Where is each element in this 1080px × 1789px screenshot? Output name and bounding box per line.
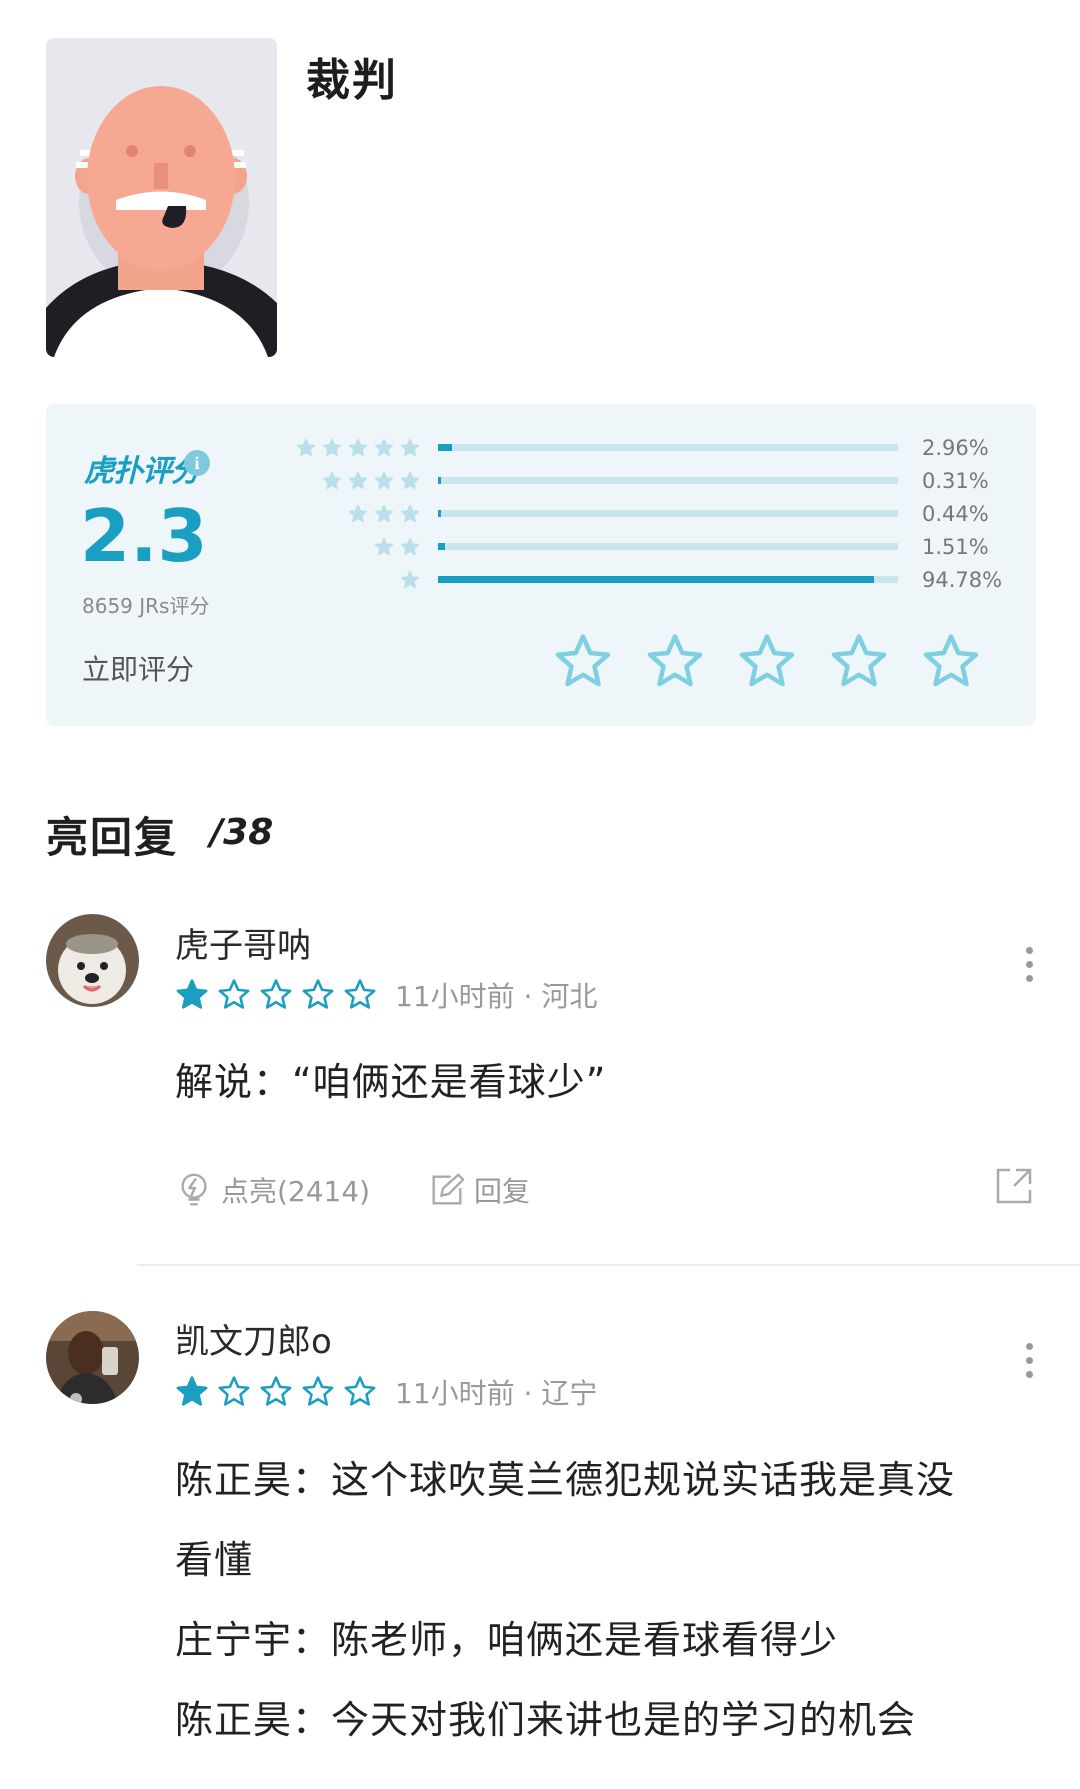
rating-bar-fill [438,444,452,451]
comment-rating-stars [175,978,377,1012]
rating-percent: 0.44% [922,502,989,526]
rating-row-4-star: 0.31% [46,466,1036,496]
referee-avatar-icon [46,38,277,357]
comment-text: 解说：“咱俩还是看球少” [175,1060,607,1104]
star-icon [348,471,368,490]
star-filled-icon [176,1376,208,1406]
rating-bar-fill [438,510,441,517]
rating-bar-track [438,477,898,484]
star-icon [400,471,420,490]
star-filled-icon [176,979,208,1009]
comment-line: 陈正昊：这个球吹莫兰德犯规说实话我是真没 [175,1458,956,1502]
rating-percent: 2.96% [922,436,989,460]
replies-count: /38 [210,812,274,853]
rating-percent: 94.78% [922,568,1003,592]
star-icon [296,438,316,457]
star-icon [322,471,342,490]
comment-line: 看懂 [175,1538,254,1582]
share-icon [996,1168,1032,1204]
star-icon [348,438,368,457]
rate-star-icon[interactable] [829,632,889,692]
star-icon [374,471,394,490]
star-empty-icon [302,1376,334,1406]
rating-row-1-star: 94.78% [46,565,1036,595]
row-stars [348,499,420,529]
rating-bar-track [438,543,898,550]
rating-bar-track [438,444,898,451]
row-stars [322,466,420,496]
more-icon[interactable] [1024,947,1034,982]
page-title: 裁判 [306,55,398,106]
edit-icon [432,1173,465,1205]
comment-time-location: 11小时前 · 辽宁 [395,1377,598,1410]
reply-label: 回复 [474,1175,531,1208]
star-empty-icon [260,979,292,1009]
rating-bar-track [438,576,898,583]
rating-bar-track [438,510,898,517]
rating-bar-fill [438,477,441,484]
more-icon[interactable] [1024,1343,1034,1378]
star-icon [400,438,420,457]
rating-bar-fill [438,543,445,550]
star-icon [374,438,394,457]
referee-avatar [46,38,277,357]
lightbulb-icon [181,1173,207,1206]
rating-percent: 1.51% [922,535,989,559]
comment-line: 陈正昊：今天对我们来讲也是的学习的机会 [175,1698,917,1742]
divider [137,1264,1080,1266]
rating-bar-fill [438,576,874,583]
star-icon [374,504,394,523]
comment-line: 庄宁宇：陈老师，咱俩还是看球看得少 [175,1618,839,1662]
rate-star-icon[interactable] [645,632,705,692]
star-icon [400,504,420,523]
star-empty-icon [218,1376,250,1406]
row-stars [374,532,420,562]
dog-avatar-icon [46,914,139,1007]
rate-star-icon[interactable] [921,632,981,692]
star-empty-icon [218,979,250,1009]
comment-meta: 11小时前 · 河北 [175,975,597,1015]
comment-meta: 11小时前 · 辽宁 [175,1372,597,1412]
player-avatar-icon [46,1311,139,1404]
star-icon [348,504,368,523]
like-label: 点亮(2414) [221,1175,371,1208]
rate-star-icon[interactable] [553,632,613,692]
star-empty-icon [302,979,334,1009]
rating-row-3-star: 0.44% [46,499,1036,529]
share-button[interactable] [994,1166,1034,1206]
rating-row-2-star: 1.51% [46,532,1036,562]
star-empty-icon [344,1376,376,1406]
rate-now-label: 立即评分 [82,653,195,686]
star-empty-icon [344,979,376,1009]
rate-star-icon[interactable] [737,632,797,692]
rating-percent: 0.31% [922,469,989,493]
avatar[interactable] [46,1311,139,1404]
star-empty-icon [260,1376,292,1406]
comment-time-location: 11小时前 · 河北 [395,980,598,1013]
avatar[interactable] [46,914,139,1007]
rate-stars-input[interactable] [553,632,981,692]
comment-username[interactable]: 虎子哥呐 [175,918,311,967]
row-stars [400,565,420,595]
comment-username[interactable]: 凯文刀郎o [175,1314,332,1363]
star-icon [374,537,394,556]
replies-title: 亮回复 [46,813,179,862]
row-stars [296,433,420,463]
star-icon [322,438,342,457]
star-icon [400,570,420,589]
comment-text: 陈正昊：这个球吹莫兰德犯规说实话我是真没 看懂 庄宁宇：陈老师，咱俩还是看球看得… [175,1440,955,1760]
rating-row-5-star: 2.96% [46,433,1036,463]
reply-button[interactable]: 回复 [428,1170,530,1210]
comment-rating-stars [175,1375,377,1409]
rating-card: 虎扑评分 i 2.3 8659 JRs评分 立即评分 2.96% 0.31% 0.4… [46,404,1036,726]
like-button[interactable]: 点亮(2414) [175,1170,370,1210]
star-icon [400,537,420,556]
